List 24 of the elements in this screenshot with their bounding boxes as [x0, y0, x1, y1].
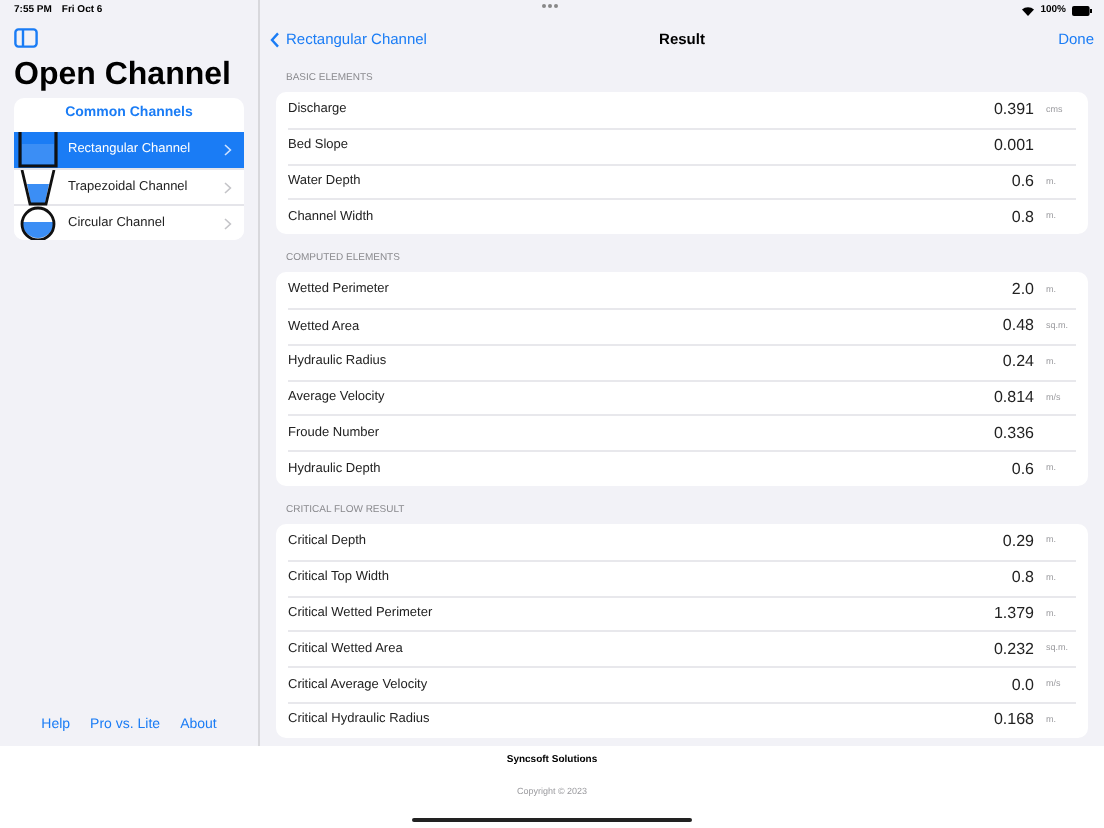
row-value: 2.0	[1011, 278, 1034, 303]
chevron-right-icon	[224, 144, 232, 156]
chevron-left-icon	[270, 32, 280, 48]
wifi-icon	[1022, 6, 1035, 16]
chevron-right-icon	[224, 217, 232, 229]
row-value: 0.814	[993, 385, 1034, 410]
row-value: 0.391	[993, 97, 1034, 122]
sidebar-title: Open Channel	[12, 56, 233, 96]
battery-icon	[1072, 6, 1092, 16]
row-value: 0.29	[1002, 529, 1034, 554]
row-value: 0.168	[993, 708, 1034, 733]
sidebar-toggle-icon[interactable]	[14, 28, 38, 48]
row-value: 0.0	[1011, 673, 1034, 698]
row-value: 0.001	[993, 134, 1034, 159]
row-value: 0.48	[1002, 314, 1034, 339]
row-value: 0.232	[993, 637, 1034, 662]
row-value: 1.379	[993, 601, 1034, 626]
row-value: 0.6	[1011, 457, 1034, 482]
row-value: 0.336	[993, 421, 1034, 446]
row-value: 0.8	[1011, 566, 1034, 591]
row-value: 0.24	[1002, 350, 1034, 375]
chevron-right-icon	[224, 181, 232, 193]
row-value: 0.6	[1011, 169, 1034, 194]
row-value: 0.8	[1011, 205, 1034, 230]
